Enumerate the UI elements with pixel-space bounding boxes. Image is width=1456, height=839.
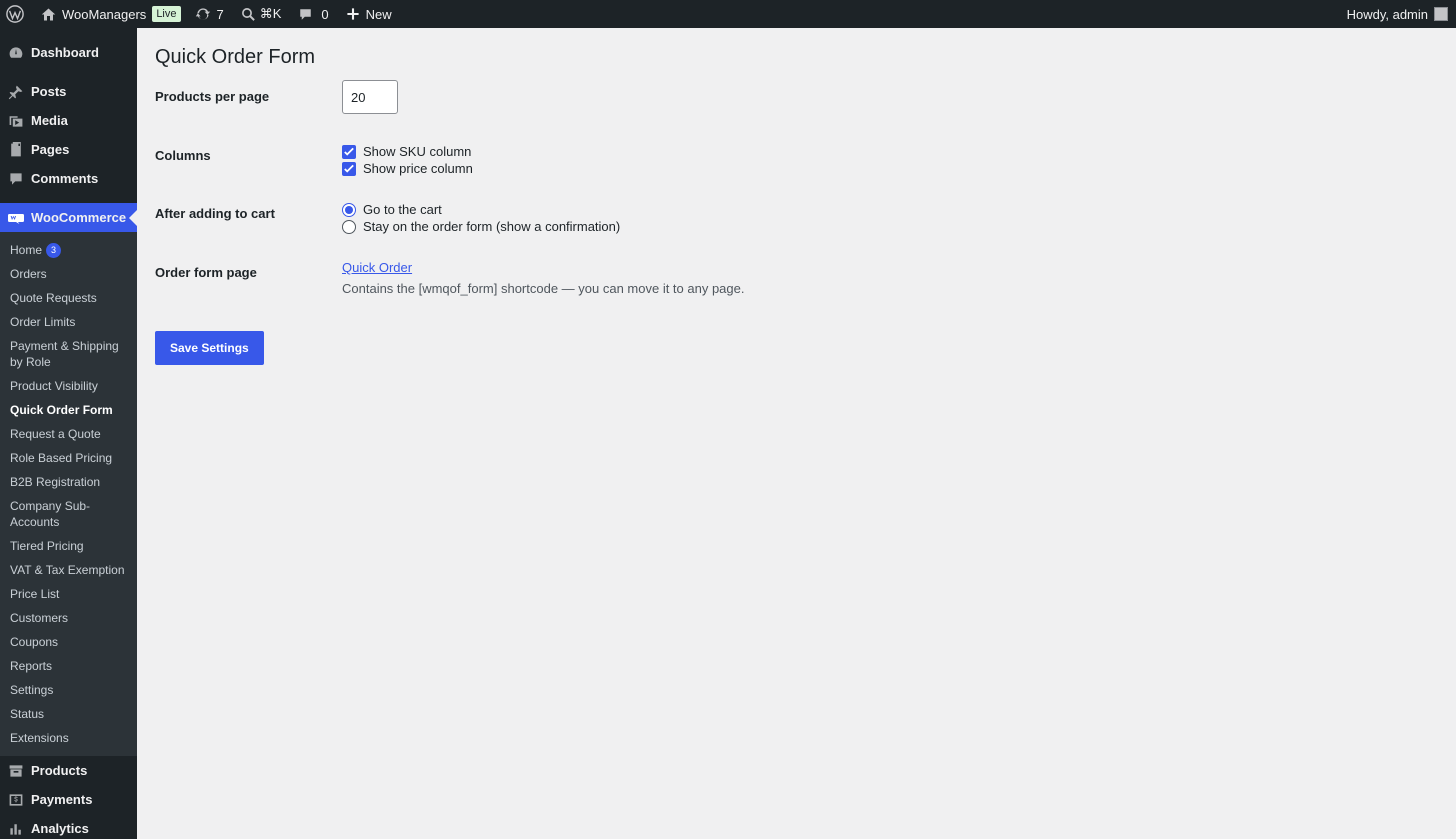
live-badge: Live bbox=[152, 6, 181, 22]
comments-count: 0 bbox=[321, 6, 329, 22]
show-sku-checkbox[interactable] bbox=[342, 144, 356, 159]
row-columns: Columns Show SKU column Show price colum… bbox=[155, 138, 1438, 196]
menu-media[interactable]: Media bbox=[0, 106, 137, 135]
menu-woocommerce[interactable]: WooCommerce bbox=[0, 203, 137, 232]
home-count-badge: 3 bbox=[46, 243, 62, 258]
submenu-item-price-list[interactable]: Price List bbox=[0, 582, 137, 606]
submenu-item-b2b-registration[interactable]: B2B Registration bbox=[0, 470, 137, 494]
stay-option[interactable]: Stay on the order form (show a confirmat… bbox=[342, 218, 1438, 235]
updates-icon bbox=[195, 8, 210, 20]
comments-link[interactable]: 0 bbox=[288, 0, 335, 28]
avatar bbox=[1434, 7, 1448, 21]
menu-media-label: Media bbox=[31, 113, 68, 128]
submenu-item-product-visibility[interactable]: Product Visibility bbox=[0, 374, 137, 398]
updates-link[interactable]: 7 bbox=[188, 0, 231, 28]
admin-sidebar: Dashboard Posts Media Pages Comments Woo… bbox=[0, 28, 137, 839]
submenu-item-order-limits[interactable]: Order Limits bbox=[0, 310, 137, 334]
menu-dashboard-label: Dashboard bbox=[31, 45, 99, 60]
submenu-item-payment-shipping[interactable]: Payment & Shipping by Role bbox=[0, 334, 137, 374]
go-cart-label: Go to the cart bbox=[363, 202, 442, 217]
media-icon bbox=[8, 113, 24, 129]
my-account-link[interactable]: Howdy, admin bbox=[1347, 7, 1456, 22]
stay-radio[interactable] bbox=[342, 219, 356, 234]
dashboard-icon bbox=[8, 45, 24, 61]
search-link[interactable]: ⌘K bbox=[231, 0, 289, 28]
comment-icon bbox=[8, 171, 24, 187]
woo-icon bbox=[8, 210, 24, 226]
stay-label: Stay on the order form (show a confirmat… bbox=[363, 219, 621, 234]
menu-analytics-label: Analytics bbox=[31, 821, 89, 836]
submenu-item-request-quote[interactable]: Request a Quote bbox=[0, 422, 137, 446]
submenu-item-orders[interactable]: Orders bbox=[0, 262, 137, 286]
comment-icon bbox=[300, 8, 312, 20]
search-shortcut: ⌘K bbox=[259, 6, 282, 21]
pin-icon bbox=[8, 84, 24, 100]
search-icon bbox=[241, 7, 255, 21]
submenu-item-label: Home bbox=[10, 243, 43, 257]
submenu-item-vat-tax[interactable]: VAT & Tax Exemption bbox=[0, 558, 137, 582]
submenu-item-customers[interactable]: Customers bbox=[0, 606, 137, 630]
menu-products[interactable]: Products bbox=[0, 756, 137, 785]
products-per-page-label: Products per page bbox=[155, 89, 270, 104]
menu-posts-label: Posts bbox=[31, 84, 67, 99]
show-sku-option[interactable]: Show SKU column bbox=[342, 143, 1438, 160]
menu-woocommerce-label: WooCommerce bbox=[31, 210, 127, 225]
submenu-item-quick-order-form[interactable]: Quick Order Form bbox=[0, 398, 137, 422]
menu-comments-label: Comments bbox=[31, 171, 99, 186]
go-cart-radio[interactable] bbox=[342, 202, 356, 217]
admin-bar: WooManagers Live 7 ⌘K 0 New Howdy, admin bbox=[0, 0, 1456, 28]
submenu-item-role-based-pricing[interactable]: Role Based Pricing bbox=[0, 446, 137, 470]
pages-icon bbox=[8, 141, 24, 158]
plus-icon bbox=[347, 8, 359, 20]
submenu-item-tiered-pricing[interactable]: Tiered Pricing bbox=[0, 534, 137, 558]
submenu-item-reports[interactable]: Reports bbox=[0, 654, 137, 678]
order-form-page-label: Order form page bbox=[155, 265, 257, 280]
submenu-item-extensions[interactable]: Extensions bbox=[0, 726, 137, 750]
updates-count: 7 bbox=[216, 6, 224, 22]
wordpress-logo-icon[interactable] bbox=[0, 0, 31, 28]
howdy-text: Howdy, admin bbox=[1346, 6, 1428, 22]
show-price-label: Show price column bbox=[363, 161, 473, 176]
columns-label: Columns bbox=[155, 148, 211, 163]
products-icon bbox=[8, 763, 24, 779]
new-content-link[interactable]: New bbox=[336, 0, 399, 28]
submenu-item-home[interactable]: Home 3 bbox=[0, 238, 137, 262]
row-products-per-page: Products per page bbox=[155, 79, 1438, 138]
menu-posts[interactable]: Posts bbox=[0, 77, 137, 106]
submenu-item-settings[interactable]: Settings bbox=[0, 678, 137, 702]
show-sku-label: Show SKU column bbox=[363, 144, 472, 159]
submenu-item-quote-requests[interactable]: Quote Requests bbox=[0, 286, 137, 310]
go-cart-option[interactable]: Go to the cart bbox=[342, 201, 1438, 218]
analytics-icon bbox=[8, 821, 24, 837]
main-content: Quick Order Form Products per page Colum… bbox=[137, 28, 1456, 839]
menu-dashboard[interactable]: Dashboard bbox=[0, 38, 137, 67]
menu-pages[interactable]: Pages bbox=[0, 135, 137, 164]
settings-form: Products per page Columns Show SKU colum… bbox=[155, 79, 1438, 331]
menu-pages-label: Pages bbox=[31, 142, 70, 157]
site-name: WooManagers bbox=[62, 6, 147, 22]
row-after-cart: After adding to cart Go to the cart Stay… bbox=[155, 196, 1438, 255]
menu-analytics[interactable]: Analytics bbox=[0, 814, 137, 839]
show-price-option[interactable]: Show price column bbox=[342, 160, 1438, 177]
order-form-page-description: Contains the [wmqof_form] shortcode — yo… bbox=[342, 281, 745, 296]
submenu-item-status[interactable]: Status bbox=[0, 702, 137, 726]
payments-icon bbox=[8, 792, 24, 808]
woocommerce-submenu: Home 3 Orders Quote Requests Order Limits… bbox=[0, 232, 137, 756]
order-form-page-link[interactable]: Quick Order bbox=[342, 260, 412, 275]
menu-comments[interactable]: Comments bbox=[0, 164, 137, 193]
page-title: Quick Order Form bbox=[155, 46, 316, 68]
menu-products-label: Products bbox=[31, 763, 88, 778]
menu-payments-label: Payments bbox=[31, 792, 93, 807]
row-order-form-page: Order form page Quick Order Contains the… bbox=[155, 255, 1438, 331]
new-label: New bbox=[365, 6, 392, 22]
submenu-item-coupons[interactable]: Coupons bbox=[0, 630, 137, 654]
menu-payments[interactable]: Payments bbox=[0, 785, 137, 814]
products-per-page-input[interactable] bbox=[342, 80, 398, 114]
home-icon bbox=[41, 8, 56, 20]
submenu-item-company-sub-accounts[interactable]: Company Sub-Accounts bbox=[0, 494, 137, 534]
show-price-checkbox[interactable] bbox=[342, 161, 356, 176]
site-name-link[interactable]: WooManagers Live bbox=[31, 0, 188, 28]
after-cart-label: After adding to cart bbox=[155, 206, 275, 221]
save-settings-button[interactable]: Save Settings bbox=[155, 331, 264, 365]
